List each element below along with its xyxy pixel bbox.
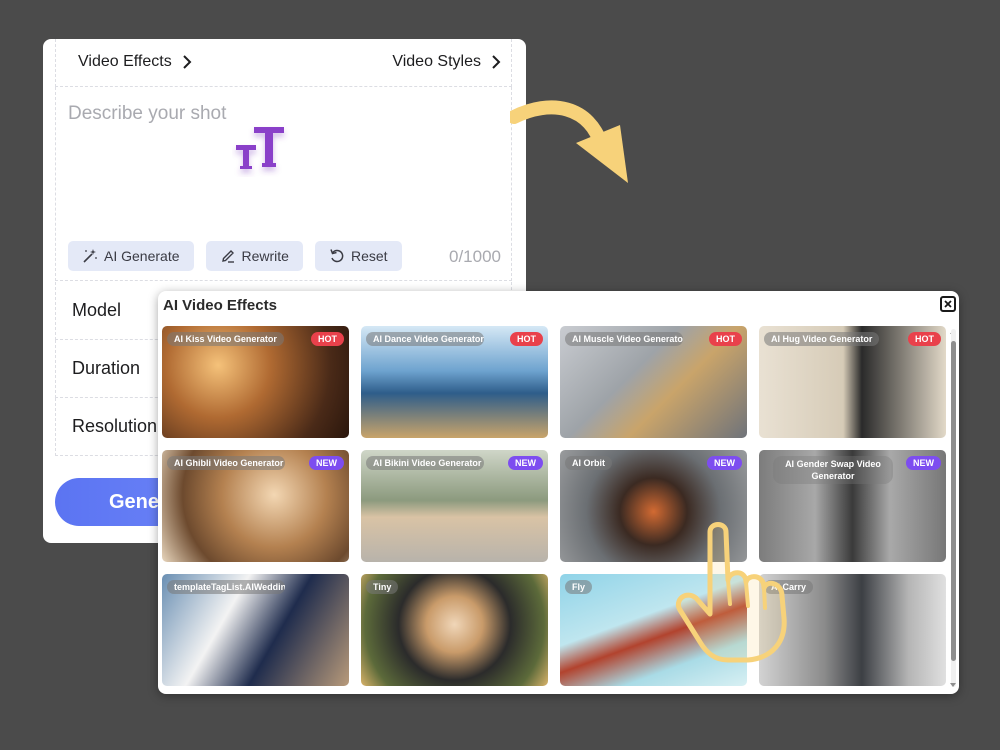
effect-label: templateTagList.AIWedding <box>167 580 285 594</box>
tab-video-effects-label: Video Effects <box>78 53 172 70</box>
tab-video-effects[interactable]: Video Effects <box>78 53 192 71</box>
effects-grid: AI Kiss Video Generator HOT AI Dance Vid… <box>162 326 946 686</box>
hot-badge: HOT <box>908 332 941 346</box>
prompt-tools: AI Generate Rewrite Reset <box>68 241 402 271</box>
rewrite-button[interactable]: Rewrite <box>205 241 303 271</box>
tab-video-styles-label: Video Styles <box>392 53 481 70</box>
rewrite-label: Rewrite <box>241 248 289 264</box>
reset-icon <box>330 249 344 263</box>
hot-badge: HOT <box>510 332 543 346</box>
model-label: Model <box>72 300 122 320</box>
effect-label: AI Bikini Video Generator <box>366 456 484 470</box>
pointing-hand-icon <box>676 522 787 663</box>
prompt-placeholder: Describe your shot <box>68 103 227 124</box>
effect-card[interactable]: AI Muscle Video Generator HOT <box>560 326 747 438</box>
generate-label: Gene <box>109 491 160 513</box>
hot-badge: HOT <box>709 332 742 346</box>
prompt-input[interactable]: Describe your shot AI Generate Rewrite R… <box>55 87 512 281</box>
new-badge: NEW <box>508 456 543 470</box>
effect-card[interactable]: AI Hug Video Generator HOT <box>759 326 946 438</box>
popup-title: AI Video Effects <box>163 297 277 314</box>
new-badge: NEW <box>309 456 344 470</box>
effect-card[interactable]: templateTagList.AIWedding <box>162 574 349 686</box>
resolution-label: Resolution <box>72 416 158 436</box>
effect-card[interactable]: Tiny <box>361 574 548 686</box>
effect-label: AI Kiss Video Generator <box>167 332 284 346</box>
duration-label: Duration <box>72 358 141 378</box>
effect-card[interactable]: AI Dance Video Generator HOT <box>361 326 548 438</box>
effect-card[interactable]: AI Ghibli Video Generator NEW <box>162 450 349 562</box>
effect-label: AI Hug Video Generator <box>764 332 880 346</box>
character-counter: 0/1000 <box>449 247 501 266</box>
close-button[interactable] <box>940 296 956 312</box>
magic-wand-icon <box>83 249 97 263</box>
ai-generate-button[interactable]: AI Generate <box>68 241 194 271</box>
pencil-icon <box>221 250 234 263</box>
curved-arrow-icon <box>510 100 628 183</box>
effects-styles-tabs: Video Effects Video Styles <box>55 39 512 87</box>
scrollbar[interactable] <box>951 329 956 687</box>
hot-badge: HOT <box>311 332 344 346</box>
effect-label: AI Dance Video Generator <box>366 332 484 346</box>
reset-label: Reset <box>350 248 388 264</box>
chevron-right-icon <box>492 55 501 69</box>
effect-label: AI Muscle Video Generator <box>565 332 683 346</box>
effect-label: Fly <box>565 580 593 594</box>
reset-button[interactable]: Reset <box>314 241 402 271</box>
effect-label: AI Gender Swap Video Generator <box>773 456 893 484</box>
effect-label: Tiny <box>366 580 399 594</box>
effect-label: AI Orbit <box>565 456 612 470</box>
scroll-down-icon[interactable] <box>950 682 956 688</box>
tab-video-styles[interactable]: Video Styles <box>392 53 501 71</box>
effect-card[interactable]: AI Kiss Video Generator HOT <box>162 326 349 438</box>
new-badge: NEW <box>707 456 742 470</box>
close-icon <box>944 300 952 308</box>
scrollbar-thumb[interactable] <box>951 341 956 661</box>
effect-label: AI Ghibli Video Generator <box>167 456 285 470</box>
ai-generate-label: AI Generate <box>104 248 180 264</box>
new-badge: NEW <box>906 456 941 470</box>
chevron-right-icon <box>182 55 192 69</box>
text-cursor-icon <box>236 127 284 169</box>
effect-card[interactable]: AI Bikini Video Generator NEW <box>361 450 548 562</box>
ai-video-effects-popup: AI Video Effects AI Kiss Video Generator… <box>158 291 959 694</box>
